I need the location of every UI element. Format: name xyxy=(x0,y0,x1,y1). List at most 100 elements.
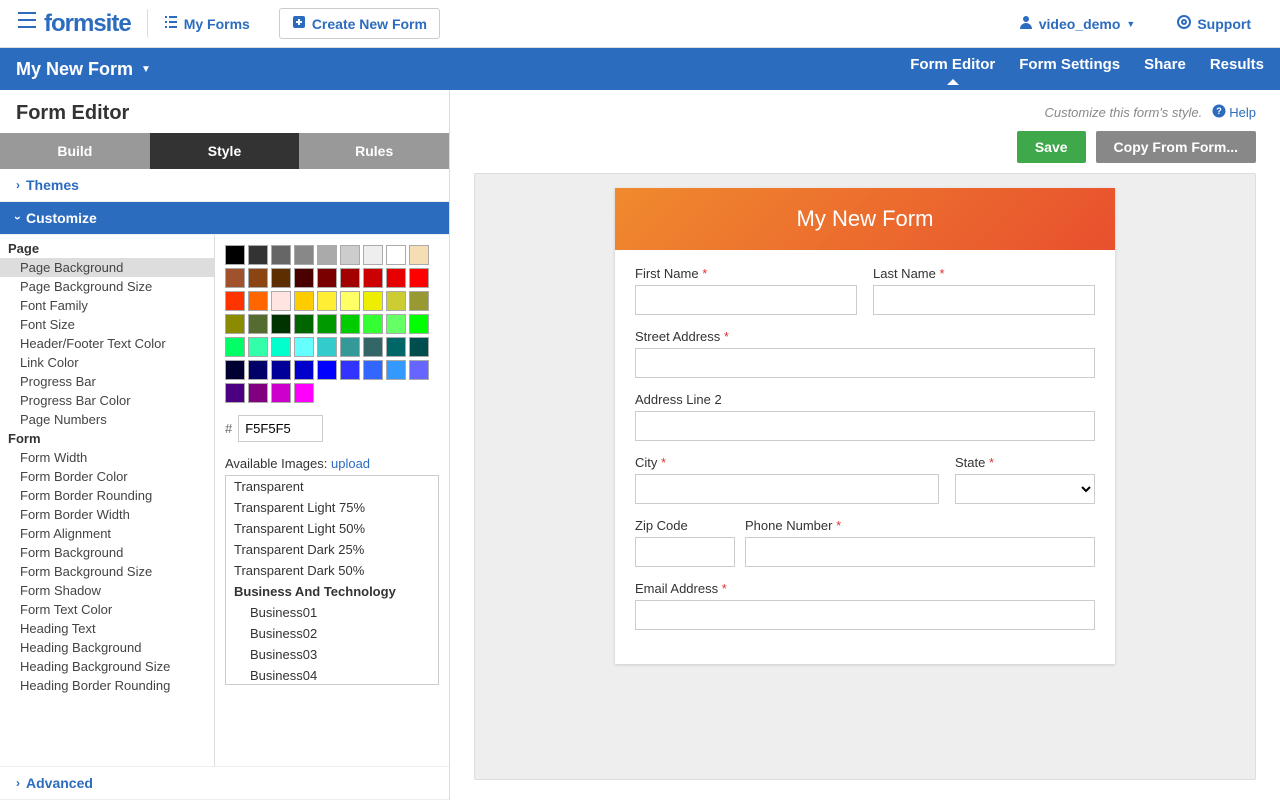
image-list[interactable]: TransparentTransparent Light 75%Transpar… xyxy=(225,475,439,685)
image-option[interactable]: Business02 xyxy=(226,623,438,644)
prop-item[interactable]: Font Family xyxy=(0,296,214,315)
color-swatch[interactable] xyxy=(340,245,360,265)
color-swatch[interactable] xyxy=(363,245,383,265)
input-last-name[interactable] xyxy=(873,285,1095,315)
color-swatch[interactable] xyxy=(294,268,314,288)
color-swatch[interactable] xyxy=(248,268,268,288)
prop-item[interactable]: Form Border Rounding xyxy=(0,486,214,505)
prop-item[interactable]: Header/Footer Text Color xyxy=(0,334,214,353)
nav-form-editor[interactable]: Form Editor xyxy=(910,56,995,83)
color-swatch[interactable] xyxy=(225,314,245,334)
prop-item[interactable]: Form Shadow xyxy=(0,581,214,600)
preview-area[interactable]: My New Form First Name * Last Name * xyxy=(474,173,1256,780)
copy-from-form-button[interactable]: Copy From Form... xyxy=(1096,131,1256,163)
color-swatch[interactable] xyxy=(386,268,406,288)
prop-item[interactable]: Form Alignment xyxy=(0,524,214,543)
color-swatch[interactable] xyxy=(317,245,337,265)
color-swatch[interactable] xyxy=(294,360,314,380)
form-title-dropdown[interactable]: My New Form ▼ xyxy=(16,59,151,80)
color-swatch[interactable] xyxy=(225,383,245,403)
color-swatch[interactable] xyxy=(340,337,360,357)
prop-item[interactable]: Link Color xyxy=(0,353,214,372)
brand-logo[interactable]: formsite xyxy=(16,9,131,38)
color-swatch[interactable] xyxy=(340,314,360,334)
color-swatch[interactable] xyxy=(386,245,406,265)
color-swatch[interactable] xyxy=(225,268,245,288)
color-swatch[interactable] xyxy=(409,291,429,311)
image-option[interactable]: Transparent Light 50% xyxy=(226,518,438,539)
image-option[interactable]: Transparent Light 75% xyxy=(226,497,438,518)
color-swatch[interactable] xyxy=(248,314,268,334)
color-swatch[interactable] xyxy=(317,268,337,288)
color-swatch[interactable] xyxy=(386,291,406,311)
prop-item[interactable]: Page Numbers xyxy=(0,410,214,429)
color-swatch[interactable] xyxy=(386,337,406,357)
image-option[interactable]: Business04 xyxy=(226,665,438,685)
color-swatch[interactable] xyxy=(409,337,429,357)
create-form-button[interactable]: Create New Form xyxy=(279,8,440,39)
image-option[interactable]: Transparent xyxy=(226,476,438,497)
color-swatch[interactable] xyxy=(271,360,291,380)
color-swatch[interactable] xyxy=(317,291,337,311)
color-swatch[interactable] xyxy=(294,291,314,311)
color-swatch[interactable] xyxy=(225,337,245,357)
color-swatch[interactable] xyxy=(409,245,429,265)
nav-share[interactable]: Share xyxy=(1144,56,1186,83)
prop-item[interactable]: Heading Background xyxy=(0,638,214,657)
image-option[interactable]: Business03 xyxy=(226,644,438,665)
prop-item[interactable]: Form Border Color xyxy=(0,467,214,486)
input-email[interactable] xyxy=(635,600,1095,630)
color-swatch[interactable] xyxy=(248,291,268,311)
prop-item[interactable]: Progress Bar xyxy=(0,372,214,391)
color-swatch[interactable] xyxy=(409,268,429,288)
color-swatch[interactable] xyxy=(340,291,360,311)
input-first-name[interactable] xyxy=(635,285,857,315)
prop-item[interactable]: Heading Border Rounding xyxy=(0,676,214,695)
color-swatch[interactable] xyxy=(363,337,383,357)
color-swatch[interactable] xyxy=(271,268,291,288)
color-swatch[interactable] xyxy=(225,245,245,265)
accordion-themes[interactable]: › Themes xyxy=(0,169,449,202)
color-swatch[interactable] xyxy=(363,291,383,311)
color-swatch[interactable] xyxy=(363,268,383,288)
prop-item[interactable]: Font Size xyxy=(0,315,214,334)
select-state[interactable] xyxy=(955,474,1095,504)
color-swatch[interactable] xyxy=(363,360,383,380)
color-swatch[interactable] xyxy=(317,360,337,380)
color-swatch[interactable] xyxy=(363,314,383,334)
user-menu[interactable]: video_demo ▼ xyxy=(1006,8,1149,39)
nav-form-settings[interactable]: Form Settings xyxy=(1019,56,1120,83)
property-list[interactable]: PagePage BackgroundPage Background SizeF… xyxy=(0,235,215,766)
color-swatch[interactable] xyxy=(271,291,291,311)
color-swatch[interactable] xyxy=(248,337,268,357)
image-option[interactable]: Transparent Dark 50% xyxy=(226,560,438,581)
color-swatch[interactable] xyxy=(294,245,314,265)
color-swatch[interactable] xyxy=(386,360,406,380)
prop-item[interactable]: Form Background Size xyxy=(0,562,214,581)
help-link[interactable]: ? Help xyxy=(1212,104,1256,121)
hex-input[interactable] xyxy=(238,415,323,442)
color-swatch[interactable] xyxy=(317,337,337,357)
color-swatch[interactable] xyxy=(248,245,268,265)
prop-item[interactable]: Heading Text xyxy=(0,619,214,638)
my-forms-button[interactable]: My Forms xyxy=(147,8,263,39)
color-swatch[interactable] xyxy=(386,314,406,334)
color-swatch[interactable] xyxy=(317,314,337,334)
image-option[interactable]: Business01 xyxy=(226,602,438,623)
color-swatch[interactable] xyxy=(225,291,245,311)
tab-rules[interactable]: Rules xyxy=(299,133,449,169)
color-swatch[interactable] xyxy=(225,360,245,380)
input-city[interactable] xyxy=(635,474,939,504)
accordion-advanced[interactable]: › Advanced xyxy=(0,767,449,800)
prop-item[interactable]: Page Background Size xyxy=(0,277,214,296)
color-swatch[interactable] xyxy=(294,337,314,357)
input-addr2[interactable] xyxy=(635,411,1095,441)
input-street[interactable] xyxy=(635,348,1095,378)
color-swatch[interactable] xyxy=(271,245,291,265)
color-swatch[interactable] xyxy=(409,360,429,380)
color-swatch[interactable] xyxy=(248,383,268,403)
color-swatch[interactable] xyxy=(340,268,360,288)
color-swatch[interactable] xyxy=(271,337,291,357)
color-swatch[interactable] xyxy=(248,360,268,380)
color-swatch[interactable] xyxy=(271,383,291,403)
